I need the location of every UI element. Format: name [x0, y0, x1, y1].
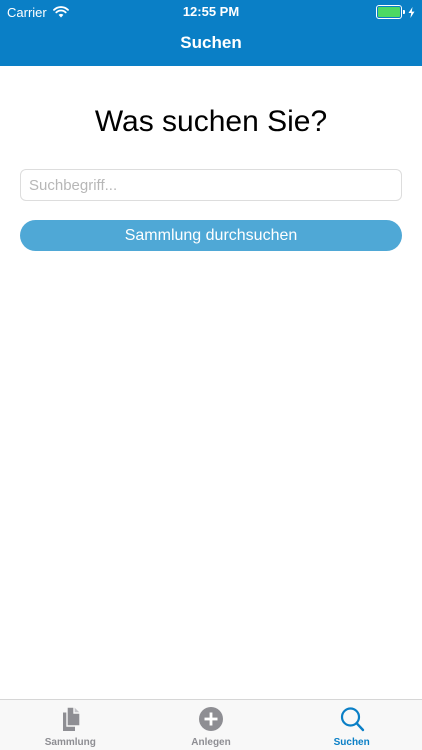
navigation-header: Carrier 12:55 PM Suchen: [0, 0, 422, 66]
search-icon: [340, 707, 364, 732]
battery-indicator: [376, 5, 415, 19]
charging-bolt-icon: [408, 6, 415, 18]
tab-label-sammlung: Sammlung: [44, 737, 96, 748]
tab-sammlung[interactable]: Sammlung: [0, 700, 141, 750]
tab-label-anlegen: Anlegen: [191, 737, 231, 748]
add-circle-icon: [199, 707, 223, 731]
battery-icon: [376, 5, 402, 19]
status-bar: Carrier 12:55 PM: [0, 0, 422, 22]
tab-suchen[interactable]: Suchen: [281, 700, 422, 750]
search-input[interactable]: [20, 169, 402, 201]
search-heading: Was suchen Sie?: [94, 105, 328, 138]
tab-bar: Sammlung Anlegen Suchen: [0, 699, 422, 750]
battery-tip: [403, 10, 405, 14]
status-time: 12:55 PM: [182, 4, 240, 19]
battery-level-fill: [378, 7, 400, 17]
search-collection-button[interactable]: Sammlung durchsuchen: [20, 220, 402, 251]
page-title: Suchen: [180, 33, 242, 52]
tab-label-suchen: Suchen: [333, 737, 370, 748]
documents-icon: [63, 706, 82, 731]
tab-anlegen[interactable]: Anlegen: [141, 700, 282, 750]
